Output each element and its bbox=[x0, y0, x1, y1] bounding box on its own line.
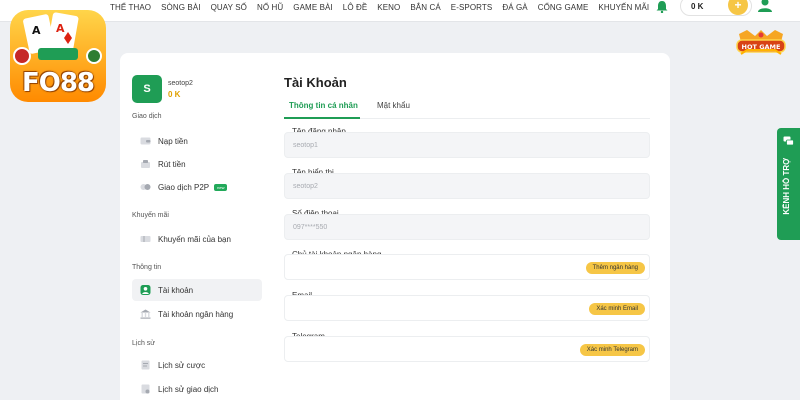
telegram-field: Xác minh Telegram bbox=[284, 336, 650, 362]
section-transactions: Giao dịch bbox=[132, 113, 162, 120]
login-value: seotop1 bbox=[293, 141, 318, 149]
nav-lottery[interactable]: QUAY SỐ bbox=[211, 3, 247, 12]
user-card: S seotop2 0 K bbox=[132, 75, 193, 103]
bank-owner-field: Thêm ngân hàng bbox=[284, 254, 650, 280]
sidebar-label: Giao dịch P2P bbox=[158, 182, 210, 192]
account-tabs: Thông tin cá nhân Mật khẩu bbox=[284, 95, 650, 119]
section-info: Thông tin bbox=[132, 264, 162, 271]
sidebar-item-bet-history[interactable]: Lịch sử cược bbox=[132, 354, 262, 376]
bank-icon bbox=[140, 309, 151, 319]
hot-game-graphic: HOT GAME bbox=[736, 30, 786, 55]
new-tag: new bbox=[214, 183, 228, 191]
sidebar-label: Lịch sử cược bbox=[158, 360, 206, 370]
sidebar-item-account[interactable]: Tài khoản bbox=[132, 279, 262, 301]
phone-value: 097****550 bbox=[293, 223, 328, 231]
hot-game-badge[interactable]: HOT GAME bbox=[733, 28, 789, 58]
username: seotop2 bbox=[168, 79, 193, 87]
document-icon bbox=[141, 384, 150, 394]
add-bank-button[interactable]: Thêm ngân hàng bbox=[585, 262, 645, 274]
nav-game-portal[interactable]: CỔNG GAME bbox=[538, 3, 589, 12]
sidebar-label: Tài khoản bbox=[158, 285, 194, 295]
sidebar-label: Rút tiền bbox=[158, 159, 186, 169]
sidebar-item-p2p[interactable]: Giao dịch P2P new bbox=[132, 176, 262, 198]
display-name-value: seotop2 bbox=[293, 182, 318, 190]
support-label: KÊNH HỖ TRỢ bbox=[782, 158, 791, 215]
avatar: S bbox=[132, 75, 162, 103]
user-icon[interactable] bbox=[756, 0, 774, 13]
avatar-initial: S bbox=[143, 83, 151, 95]
wallet-icon bbox=[140, 137, 151, 145]
cash-icon bbox=[141, 160, 150, 168]
nav-esports[interactable]: E-SPORTS bbox=[451, 3, 493, 12]
support-channel-tab[interactable]: KÊNH HỖ TRỢ bbox=[777, 128, 800, 240]
nav-sports[interactable]: THỂ THAO bbox=[110, 3, 151, 12]
section-promotions: Khuyến mãi bbox=[132, 212, 169, 219]
verify-telegram-button[interactable]: Xác minh Telegram bbox=[579, 344, 645, 356]
sidebar-item-my-promos[interactable]: Khuyến mãi của bạn bbox=[132, 228, 262, 250]
page-title: Tài Khoản bbox=[284, 75, 347, 90]
sidebar-item-deposit[interactable]: Nạp tiền bbox=[132, 130, 262, 152]
plus-icon: + bbox=[734, 0, 742, 12]
active-tab-indicator bbox=[284, 117, 360, 119]
header-balance: 0 K bbox=[691, 1, 704, 11]
nav-casino[interactable]: SÒNG BÀI bbox=[161, 3, 200, 12]
nav-keno[interactable]: KENO bbox=[377, 3, 400, 12]
receipt-icon bbox=[141, 360, 150, 370]
chat-icon bbox=[783, 136, 794, 146]
sidebar-label: Nạp tiền bbox=[158, 136, 188, 146]
sidebar-item-withdraw[interactable]: Rút tiền bbox=[132, 153, 262, 175]
sidebar-item-bank-account[interactable]: Tài khoản ngân hàng bbox=[132, 303, 262, 325]
bell-icon[interactable] bbox=[655, 0, 669, 13]
ticket-icon bbox=[140, 236, 151, 242]
email-field: Xác minh Email bbox=[284, 295, 650, 321]
user-meta: seotop2 0 K bbox=[168, 80, 193, 99]
display-name-field[interactable]: seotop2 bbox=[284, 173, 650, 199]
nav-card-games[interactable]: GAME BÀI bbox=[293, 3, 332, 12]
hot-game-text: HOT GAME bbox=[742, 43, 781, 51]
section-history: Lịch sử bbox=[132, 340, 155, 347]
logo-text: FO88 bbox=[21, 68, 95, 98]
tab-personal-info[interactable]: Thông tin cá nhân bbox=[289, 101, 358, 110]
account-panel: S seotop2 0 K Giao dịch Nạp tiền Rút tiề… bbox=[120, 53, 670, 400]
nav-lo-de[interactable]: LÔ ĐỀ bbox=[343, 3, 368, 12]
nav-fishing[interactable]: BẮN CÁ bbox=[410, 3, 440, 12]
fo88-logo[interactable]: A A FO88 bbox=[8, 8, 108, 104]
sidebar-label: Tài khoản ngân hàng bbox=[158, 309, 234, 319]
user-circle-icon bbox=[140, 285, 151, 295]
nav-promotions[interactable]: KHUYẾN MÃI bbox=[598, 3, 649, 12]
user-balance: 0 K bbox=[168, 89, 181, 99]
login-field[interactable]: seotop1 bbox=[284, 132, 650, 158]
svg-text:A: A bbox=[32, 24, 41, 37]
nav-cockfight[interactable]: ĐÁ GÀ bbox=[502, 3, 527, 12]
verify-email-button[interactable]: Xác minh Email bbox=[589, 303, 645, 315]
nav-slots[interactable]: NỔ HŨ bbox=[257, 3, 283, 12]
sidebar-label: Lịch sử giao dịch bbox=[158, 384, 219, 394]
exchange-icon bbox=[140, 184, 151, 190]
tab-password[interactable]: Mật khẩu bbox=[377, 101, 410, 110]
main-nav: THỂ THAO SÒNG BÀI QUAY SỐ NỔ HŨ GAME BÀI… bbox=[110, 0, 649, 14]
top-bar: THỂ THAO SÒNG BÀI QUAY SỐ NỔ HŨ GAME BÀI… bbox=[0, 0, 800, 22]
sidebar-label: Khuyến mãi của bạn bbox=[158, 234, 231, 244]
svg-text:A: A bbox=[56, 22, 65, 35]
sidebar-item-transaction-history[interactable]: Lịch sử giao dịch bbox=[132, 378, 262, 400]
phone-field[interactable]: 097****550 bbox=[284, 214, 650, 240]
